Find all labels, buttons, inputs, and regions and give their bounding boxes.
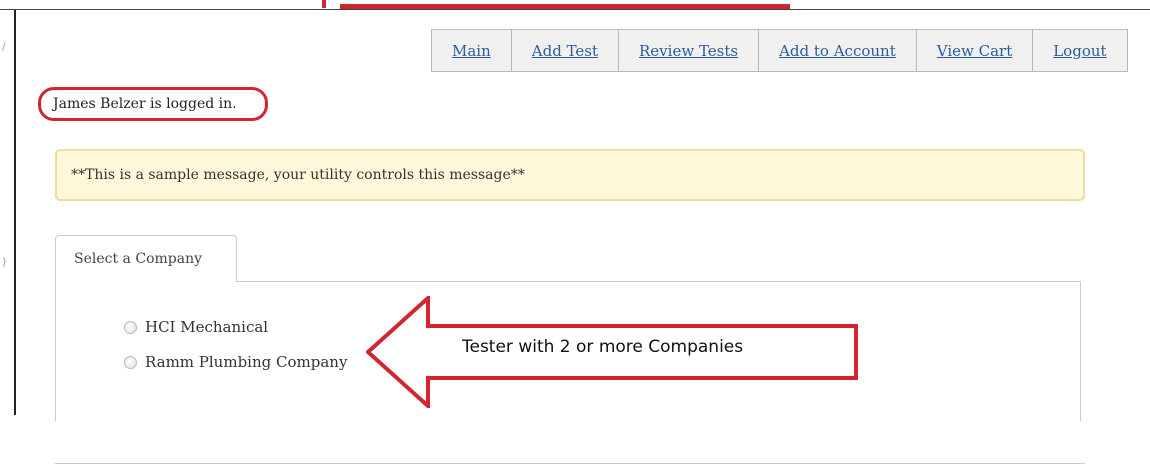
- logged-in-text: James Belzer is logged in.: [53, 96, 237, 112]
- left-border-line: [14, 10, 16, 415]
- nav-view-cart-link[interactable]: View Cart: [915, 30, 1032, 71]
- panel-border: [1080, 281, 1081, 421]
- bottom-divider: [55, 463, 1085, 464]
- nav-review-tests-link[interactable]: Review Tests: [618, 30, 758, 71]
- panel-border: [236, 281, 1081, 282]
- top-border-line: [0, 9, 1150, 10]
- alert-message: **This is a sample message, your utility…: [71, 167, 525, 183]
- tab-select-company[interactable]: Select a Company: [55, 235, 237, 282]
- company-option-ramm-plumbing[interactable]: Ramm Plumbing Company: [124, 353, 347, 371]
- panel-border: [55, 281, 56, 421]
- annotation-red-bar: [340, 4, 790, 9]
- company-option-hci-mechanical[interactable]: HCI Mechanical: [124, 318, 268, 336]
- nav-add-test-link[interactable]: Add Test: [510, 30, 618, 71]
- nav-logout-link[interactable]: Logout: [1032, 30, 1126, 71]
- utility-message-alert: **This is a sample message, your utility…: [55, 149, 1085, 201]
- tab-label: Select a Company: [74, 251, 203, 267]
- company-option-label: HCI Mechanical: [145, 318, 269, 336]
- edge-mark: ): [2, 255, 7, 268]
- callout-text: Tester with 2 or more Companies: [462, 337, 744, 357]
- company-option-label: Ramm Plumbing Company: [145, 353, 348, 371]
- top-nav: Main Add Test Review Tests Add to Accoun…: [431, 29, 1128, 72]
- radio-button[interactable]: [124, 355, 137, 369]
- annotation-red-tick: [322, 0, 326, 8]
- logged-in-status: James Belzer is logged in.: [38, 87, 268, 121]
- nav-add-to-account-link[interactable]: Add to Account: [758, 30, 916, 71]
- edge-mark: /: [2, 40, 6, 53]
- nav-main-link[interactable]: Main: [432, 30, 511, 71]
- radio-button[interactable]: [124, 320, 137, 334]
